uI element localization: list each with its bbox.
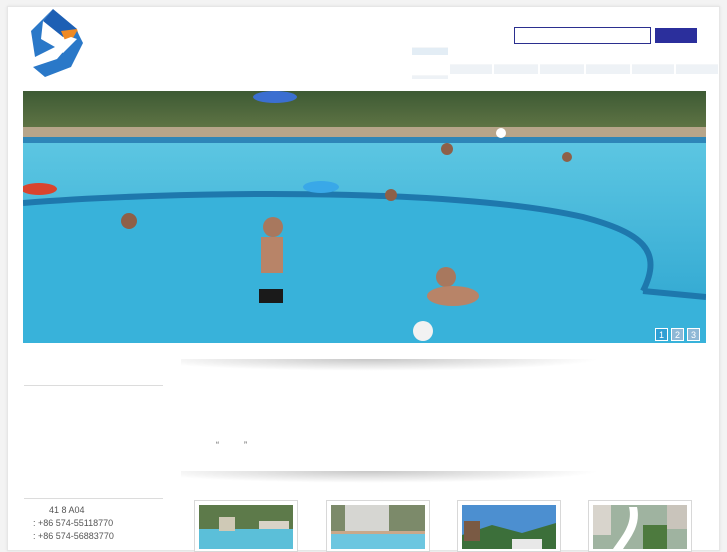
thumb-water-slide <box>593 505 687 549</box>
contact-info: 41 8 A04 : +86 574-55118770 : +86 574-56… <box>33 504 114 543</box>
contact-tel: : +86 574-55118770 <box>33 518 114 528</box>
gallery-thumb-1[interactable] <box>194 500 298 552</box>
slider-page-2[interactable]: 2 <box>671 328 684 341</box>
contact-fax: : +86 574-56883770 <box>33 531 114 541</box>
gallery-thumb-2[interactable] <box>326 500 430 552</box>
thumb-pool-building <box>331 505 425 549</box>
gallery-thumb-4[interactable] <box>588 500 692 552</box>
nav-item-3[interactable] <box>494 64 538 74</box>
nav-item-5[interactable] <box>586 64 630 74</box>
intro-quote: “ ” <box>216 440 247 450</box>
company-logo[interactable] <box>27 9 85 77</box>
nav-item-7[interactable] <box>676 64 718 74</box>
contact-address: 41 8 A04 <box>49 505 85 515</box>
sidebar-divider <box>24 385 163 386</box>
section-shadow-bottom <box>181 471 601 483</box>
slider-page-3[interactable]: 3 <box>687 328 700 341</box>
logo-icon <box>31 9 83 77</box>
page-container: 1 2 3 “ ” 41 8 A04 : +86 574-55118770 : … <box>7 6 720 552</box>
nav-item-2[interactable] <box>450 64 492 74</box>
search-button[interactable] <box>655 28 697 43</box>
gallery-thumb-3[interactable] <box>457 500 561 552</box>
nav-item-1-underline <box>412 75 448 79</box>
contact-divider <box>24 498 163 499</box>
slider-pager: 1 2 3 <box>655 328 700 341</box>
search-input[interactable] <box>514 27 651 44</box>
pool-photo <box>23 91 706 343</box>
thumb-pool-fountain <box>199 505 293 549</box>
slider-page-1[interactable]: 1 <box>655 328 668 341</box>
hero-slider[interactable]: 1 2 3 <box>23 91 706 343</box>
thumb-resort-view <box>462 505 556 549</box>
nav-item-1[interactable] <box>412 47 448 55</box>
section-shadow-top <box>181 359 601 371</box>
nav-item-6[interactable] <box>632 64 674 74</box>
nav-item-4[interactable] <box>540 64 584 74</box>
main-nav <box>412 47 718 81</box>
